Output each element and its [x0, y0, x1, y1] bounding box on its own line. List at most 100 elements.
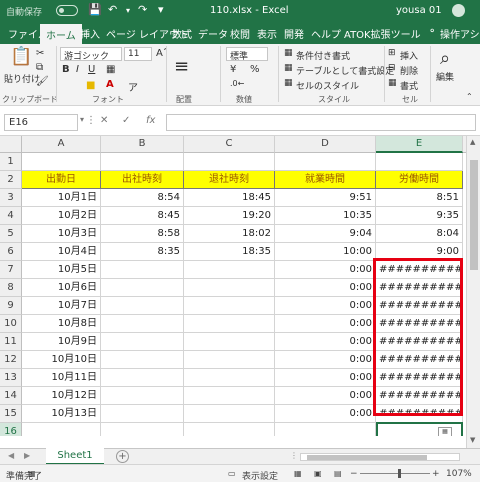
tell-me-search[interactable]: 操作アシ — [440, 26, 480, 41]
scrollbar-thumb[interactable] — [307, 455, 427, 460]
search-icon[interactable]: ⌕ — [440, 48, 450, 69]
date-cell[interactable]: 10月13日 — [22, 405, 101, 423]
time-cell[interactable]: 0:00 — [275, 315, 376, 333]
insert-cells-icon[interactable]: ⊞ — [388, 48, 396, 58]
percent-icon[interactable]: % — [250, 64, 260, 75]
date-cell[interactable]: 10月5日 — [22, 261, 101, 279]
column-header-b[interactable]: B — [101, 136, 184, 153]
edit-button[interactable]: 編集 — [436, 70, 454, 83]
vertical-scrollbar[interactable]: ▲ ▼ — [466, 136, 480, 448]
phonetic-icon[interactable]: ア — [128, 79, 138, 94]
header-cell[interactable]: 労働時間 — [376, 171, 463, 189]
time-cell[interactable] — [184, 315, 275, 333]
time-cell[interactable] — [101, 315, 184, 333]
time-cell[interactable]: 0:00 — [275, 297, 376, 315]
overflow-cell[interactable]: ########### — [376, 261, 463, 279]
font-color-icon[interactable]: A — [106, 79, 114, 90]
date-cell[interactable]: 10月12日 — [22, 387, 101, 405]
date-cell[interactable]: 10月7日 — [22, 297, 101, 315]
column-header-c[interactable]: C — [184, 136, 275, 153]
tab-insert[interactable]: 挿入 — [80, 26, 100, 41]
overflow-cell[interactable]: ########### — [376, 333, 463, 351]
currency-icon[interactable]: ¥ — [230, 64, 236, 75]
time-cell[interactable]: 9:04 — [275, 225, 376, 243]
time-cell[interactable] — [184, 369, 275, 387]
overflow-cell[interactable]: ########### — [376, 351, 463, 369]
italic-button[interactable]: I — [76, 64, 79, 75]
time-cell[interactable] — [184, 297, 275, 315]
tab-review[interactable]: 校閲 — [230, 26, 250, 41]
zoom-in-icon[interactable]: + — [432, 469, 440, 479]
row-header[interactable]: 7 — [0, 261, 22, 279]
time-cell[interactable] — [101, 369, 184, 387]
conditional-format-icon[interactable]: ▦ — [284, 48, 293, 58]
tab-home[interactable]: ホーム — [40, 24, 82, 44]
time-cell[interactable] — [184, 387, 275, 405]
time-cell[interactable]: 9:00 — [376, 243, 463, 261]
fill-color-icon[interactable]: ■ — [86, 80, 95, 91]
time-cell[interactable] — [101, 279, 184, 297]
add-sheet-button[interactable]: + — [116, 450, 129, 463]
cell[interactable] — [22, 153, 101, 171]
zoom-slider[interactable] — [360, 473, 430, 474]
row-header[interactable]: 12 — [0, 351, 22, 369]
date-cell[interactable]: 10月1日 — [22, 189, 101, 207]
cut-icon[interactable]: ✂ — [36, 48, 44, 59]
sheet-next-icon[interactable]: ▶ — [24, 451, 30, 460]
row-header[interactable]: 1 — [0, 153, 22, 171]
customize-qat-icon[interactable]: ▾ — [158, 3, 164, 16]
insert-cells-button[interactable]: 挿入 — [400, 49, 418, 62]
column-header-d[interactable]: D — [275, 136, 376, 153]
date-cell[interactable]: 10月9日 — [22, 333, 101, 351]
tab-formulas[interactable]: 数式 — [172, 26, 192, 41]
time-cell[interactable]: 0:00 — [275, 279, 376, 297]
decimal-increase-icon[interactable]: .0← — [230, 79, 244, 88]
copy-icon[interactable]: ⧉ — [36, 62, 43, 73]
time-cell[interactable] — [184, 405, 275, 423]
align-icon[interactable]: ≡ — [174, 56, 189, 77]
time-cell[interactable] — [184, 333, 275, 351]
paste-icon[interactable]: 📋 — [10, 46, 32, 67]
undo-icon[interactable]: ↶ — [108, 3, 117, 16]
cell[interactable] — [376, 153, 463, 171]
time-cell[interactable] — [184, 351, 275, 369]
time-cell[interactable]: 0:00 — [275, 261, 376, 279]
date-cell[interactable]: 10月4日 — [22, 243, 101, 261]
cell[interactable] — [184, 153, 275, 171]
cell-styles-icon[interactable]: ▦ — [284, 78, 293, 88]
time-cell[interactable] — [101, 333, 184, 351]
time-cell[interactable]: 8:54 — [101, 189, 184, 207]
time-cell[interactable] — [101, 405, 184, 423]
time-cell[interactable]: 0:00 — [275, 369, 376, 387]
time-cell[interactable]: 18:35 — [184, 243, 275, 261]
zoom-slider-thumb[interactable] — [398, 469, 401, 478]
cancel-icon[interactable]: ✕ — [100, 115, 108, 126]
row-header[interactable]: 13 — [0, 369, 22, 387]
row-header[interactable]: 16 — [0, 423, 22, 436]
user-name[interactable]: yousa 01 — [396, 5, 442, 16]
normal-view-icon[interactable]: ▦ — [294, 469, 302, 478]
date-cell[interactable]: 10月8日 — [22, 315, 101, 333]
time-cell[interactable] — [101, 297, 184, 315]
header-cell[interactable]: 出勤日 — [22, 171, 101, 189]
time-cell[interactable]: 10:35 — [275, 207, 376, 225]
formula-input[interactable] — [166, 114, 476, 131]
time-cell[interactable] — [184, 261, 275, 279]
row-header[interactable]: 3 — [0, 189, 22, 207]
row-header[interactable]: 5 — [0, 225, 22, 243]
time-cell[interactable]: 8:35 — [101, 243, 184, 261]
avatar[interactable] — [452, 4, 465, 17]
delete-cells-icon[interactable]: ⊟ — [388, 63, 396, 73]
format-cells-icon[interactable]: ▦ — [388, 78, 397, 88]
date-cell[interactable]: 10月2日 — [22, 207, 101, 225]
name-box-dropdown-icon[interactable]: ▾ — [80, 115, 84, 124]
time-cell[interactable]: 0:00 — [275, 405, 376, 423]
enter-icon[interactable]: ✓ — [122, 115, 130, 126]
time-cell[interactable]: 0:00 — [275, 351, 376, 369]
tab-atok[interactable]: ATOK拡張ツール — [344, 26, 421, 41]
bold-button[interactable]: B — [62, 64, 70, 75]
time-cell[interactable]: 9:51 — [275, 189, 376, 207]
row-header[interactable]: 15 — [0, 405, 22, 423]
scroll-down-icon[interactable]: ▼ — [470, 436, 475, 444]
format-painter-icon[interactable]: 🖌 — [36, 76, 49, 87]
